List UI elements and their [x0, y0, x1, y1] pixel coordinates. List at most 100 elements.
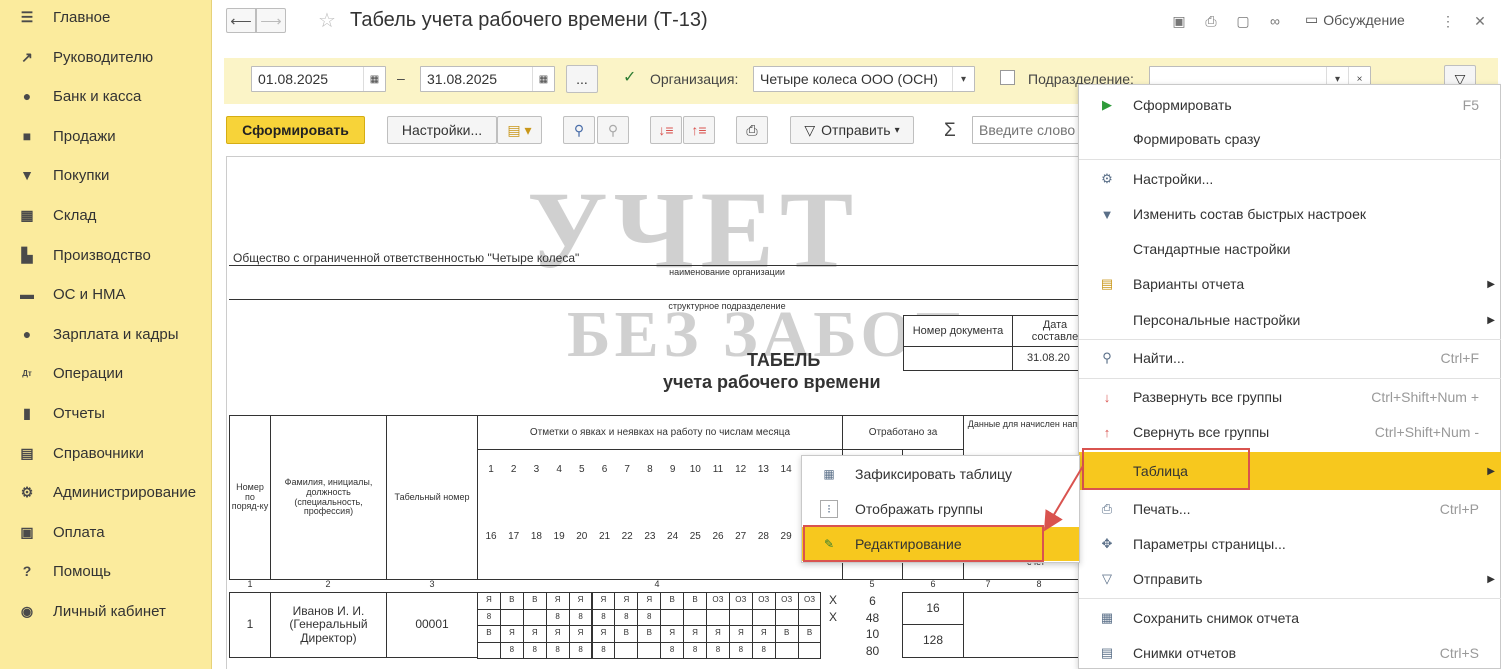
column-number: 6 — [930, 579, 936, 589]
column-number: 2 — [325, 579, 331, 589]
menu-item-generate-immediately[interactable]: Формировать сразу — [1079, 122, 1501, 156]
collapse-groups-button[interactable]: ↑≡ — [683, 116, 715, 144]
row-payroll-data — [963, 592, 1087, 658]
link-icon[interactable]: ∞ — [1266, 12, 1284, 30]
worked-value: 80 — [865, 643, 880, 658]
date-from-field[interactable]: 01.08.2025 ▦ — [251, 66, 386, 92]
search-input[interactable] — [972, 116, 1082, 144]
submenu-arrow-icon: ▶ — [1487, 314, 1495, 326]
day-number: 17 — [508, 531, 520, 542]
annotation-box-table — [1082, 448, 1250, 490]
sidebar-item-bank[interactable]: ● Банк и касса — [0, 80, 212, 112]
sidebar-item-purchases[interactable]: ▼ Покупки — [0, 159, 212, 191]
sidebar-item-admin[interactable]: ⚙ Администрирование — [0, 476, 212, 508]
report-sheet[interactable]: УЧЕТ БЕЗ ЗАБОТ Общество с ограниченной о… — [226, 156, 1088, 669]
more-icon[interactable]: ⋮ — [1439, 12, 1457, 30]
calendar-icon[interactable]: ▦ — [363, 67, 385, 91]
wallet-icon: ▣ — [20, 523, 34, 540]
favorite-star-icon[interactable]: ☆ — [318, 8, 336, 33]
org-caption: наименование организации — [669, 267, 785, 277]
day-number: 26 — [712, 531, 724, 542]
sidebar-item-warehouse[interactable]: ▦ Склад — [0, 199, 212, 231]
col-number-header: Номер по поряд-ку — [229, 415, 271, 580]
sidebar-item-main[interactable]: ☰ Главное — [0, 1, 212, 33]
calendar-icon[interactable]: ▦ — [532, 67, 554, 91]
sidebar-item-label: Банк и касса — [53, 87, 142, 105]
timesheet-cell: В — [522, 592, 547, 610]
menu-item-generate[interactable]: ▶ Сформировать F5 — [1079, 88, 1501, 122]
sidebar-item-label: Зарплата и кадры — [53, 325, 179, 343]
org-checkbox[interactable]: ✓ — [623, 70, 638, 86]
menu-item-expand-groups[interactable]: ↓ Развернуть все группы Ctrl+Shift+Num + — [1079, 380, 1501, 414]
dept-checkbox[interactable] — [1000, 70, 1015, 85]
save-icon[interactable]: ▣ — [1170, 12, 1188, 30]
factory-icon: ▙ — [21, 246, 33, 263]
search-button[interactable]: ⚲ — [563, 116, 595, 144]
submenu-item-freeze[interactable]: ▦ Зафиксировать таблицу — [802, 457, 1079, 491]
day-number: 29 — [780, 531, 792, 542]
menu-item-send[interactable]: ▽ Отправить ▶ — [1079, 562, 1501, 596]
x-mark: X — [828, 610, 837, 624]
total-hours-value: 128 — [902, 624, 964, 658]
timesheet-cell: В — [774, 625, 799, 643]
discussion-button[interactable]: ▭ Обсуждение — [1305, 11, 1405, 28]
preview-icon[interactable]: ▢ — [1234, 12, 1252, 30]
sidebar-item-payment[interactable]: ▣ Оплата — [0, 516, 212, 548]
submenu-item-groups[interactable]: ⁝ Отображать группы — [802, 492, 1079, 526]
day-number: 10 — [689, 464, 701, 475]
menu-item-label: Варианты отчета — [1133, 276, 1245, 292]
timesheet-cell — [797, 641, 822, 659]
generate-button[interactable]: Сформировать — [226, 116, 365, 144]
period-select-button[interactable]: ... — [566, 65, 598, 93]
day-number: 9 — [669, 464, 676, 475]
variants-icon: ▤ — [1100, 276, 1114, 291]
sidebar-item-production[interactable]: ▙ Производство — [0, 239, 212, 271]
row-tabnum: 00001 — [386, 592, 478, 658]
sidebar-item-operations[interactable]: Дт Операции — [0, 357, 212, 389]
sidebar-item-salary[interactable]: ● Зарплата и кадры — [0, 318, 212, 350]
expand-groups-button[interactable]: ↓≡ — [650, 116, 682, 144]
day-number: 27 — [735, 531, 747, 542]
send-button[interactable]: ▽ Отправить ▾ — [790, 116, 914, 144]
freeze-table-icon: ▦ — [823, 467, 835, 481]
submenu-arrow-icon: ▶ — [1487, 573, 1495, 585]
menu-item-collapse-groups[interactable]: ↑ Свернуть все группы Ctrl+Shift+Num - — [1079, 415, 1501, 449]
sidebar-item-label: Главное — [53, 8, 111, 26]
sidebar-item-catalogs[interactable]: ▤ Справочники — [0, 437, 212, 469]
menu-item-label: Сохранить снимок отчета — [1133, 610, 1299, 626]
settings-button[interactable]: Настройки... — [387, 116, 497, 144]
sidebar-item-sales[interactable]: ■ Продажи — [0, 120, 212, 152]
menu-item-quick-settings[interactable]: ▼ Изменить состав быстрых настроек — [1079, 197, 1501, 231]
row-employee: Иванов И. И. (Генеральный Директор) — [270, 592, 387, 658]
menu-item-save-snapshot[interactable]: ▦ Сохранить снимок отчета — [1079, 601, 1501, 635]
menu-item-page-params[interactable]: ✥ Параметры страницы... — [1079, 527, 1501, 561]
generate-label: Сформировать — [242, 122, 349, 138]
search-cancel-icon: ⚲ — [607, 121, 619, 138]
date-to-field[interactable]: 31.08.2025 ▦ — [420, 66, 555, 92]
menu-item-print[interactable]: ⎙ Печать... Ctrl+P — [1079, 492, 1501, 526]
menu-item-report-variants[interactable]: ▤ Варианты отчета ▶ — [1079, 267, 1501, 301]
sidebar-item-help[interactable]: ? Помощь — [0, 555, 212, 587]
sidebar-item-reports[interactable]: ▮ Отчеты — [0, 397, 212, 429]
sidebar-item-account[interactable]: ◉ Личный кабинет — [0, 595, 212, 627]
menu-item-snapshots[interactable]: ▤ Снимки отчетов Ctrl+S — [1079, 636, 1501, 669]
timesheet-cell — [522, 608, 547, 626]
back-button[interactable]: ⟵ — [226, 8, 256, 33]
forward-button[interactable]: ⟶ — [256, 8, 286, 33]
sum-icon[interactable]: Σ — [944, 120, 956, 142]
print-button[interactable]: ⎙ — [736, 116, 768, 144]
menu-item-settings[interactable]: ⚙ Настройки... — [1079, 162, 1501, 196]
menu-item-find[interactable]: ⚲ Найти... Ctrl+F — [1079, 341, 1501, 375]
day-number: 8 — [647, 464, 653, 475]
close-icon[interactable]: ✕ — [1471, 12, 1489, 30]
chevron-down-icon[interactable]: ▾ — [952, 67, 974, 91]
menu-item-personal-settings[interactable]: Персональные настройки ▶ — [1079, 303, 1501, 337]
x-mark: X — [828, 593, 837, 607]
search-clear-button[interactable]: ⚲ — [597, 116, 629, 144]
menu-item-standard-settings[interactable]: Стандартные настройки — [1079, 232, 1501, 266]
org-field[interactable]: Четыре колеса ООО (ОСН) ▾ — [753, 66, 975, 92]
variants-button[interactable]: ▤ ▾ — [497, 116, 542, 144]
sidebar-item-assets[interactable]: ▬ ОС и НМА — [0, 278, 212, 310]
sidebar-item-manager[interactable]: ↗ Руководителю — [0, 41, 212, 73]
print-icon[interactable]: ⎙ — [1202, 12, 1220, 30]
